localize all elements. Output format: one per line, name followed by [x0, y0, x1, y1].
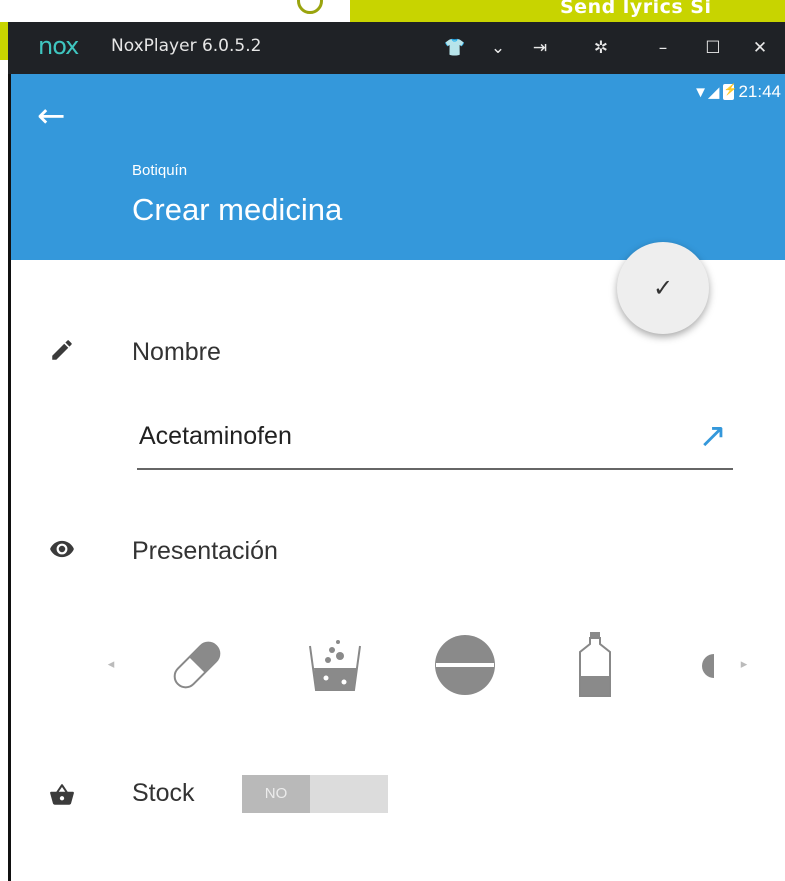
- app-bar: ▼◢ 21:44 ← Botiquín Crear medicina: [11, 74, 785, 260]
- desktop-banner-text: Send lyrics Si: [560, 0, 712, 18]
- eye-icon: [48, 536, 76, 564]
- desktop-banner: Send lyrics Si: [350, 0, 785, 22]
- partial-next-option[interactable]: [700, 630, 730, 700]
- page-title: Crear medicina: [132, 192, 343, 227]
- tablet-option[interactable]: [430, 630, 500, 700]
- desktop-circle-icon: [297, 0, 323, 14]
- medicine-name-value[interactable]: Acetaminofen: [139, 422, 292, 451]
- medicine-name-field[interactable]: Acetaminofen ↗: [137, 416, 733, 470]
- nox-logo: nox: [38, 32, 79, 60]
- external-link-icon[interactable]: ↗: [699, 416, 728, 456]
- status-time: 21:44: [738, 82, 781, 101]
- wifi-signal-icon: ▼◢: [693, 84, 720, 101]
- maximize-icon[interactable]: ☐: [698, 34, 728, 62]
- back-arrow-icon[interactable]: ←: [37, 96, 77, 136]
- desktop-edge: [0, 22, 8, 60]
- capsule-option[interactable]: [162, 630, 232, 700]
- gear-icon[interactable]: ✲: [586, 34, 616, 62]
- chevron-down-icon[interactable]: ⌄: [483, 34, 513, 62]
- minimize-icon[interactable]: –: [648, 34, 678, 62]
- carousel-prev-icon[interactable]: ◂: [104, 655, 118, 675]
- stock-toggle[interactable]: NO: [242, 775, 388, 813]
- app-subtitle: Botiquín: [132, 162, 188, 179]
- stock-label: Stock: [132, 779, 195, 807]
- partial-item-icon: [702, 654, 714, 678]
- basket-icon: [48, 782, 76, 810]
- check-icon: ✓: [652, 274, 674, 302]
- effervescent-glass-icon: [309, 640, 361, 691]
- presentation-label: Presentación: [132, 537, 278, 565]
- stock-toggle-state: NO: [242, 775, 310, 813]
- capsule-icon: [173, 641, 221, 689]
- emulator-titlebar: nox NoxPlayer 6.0.5.2 👕 ⌄ ⇥ ✲ – ☐ ✕: [8, 22, 785, 74]
- bottle-icon: [579, 632, 611, 697]
- status-bar: ▼◢ 21:44: [693, 82, 781, 102]
- battery-charging-icon: [723, 83, 737, 100]
- skin-icon[interactable]: 👕: [440, 34, 470, 62]
- window-title: NoxPlayer 6.0.5.2: [111, 36, 262, 56]
- effervescent-option[interactable]: [300, 630, 370, 700]
- desktop-background: Send lyrics Si: [0, 0, 785, 22]
- pin-icon[interactable]: ⇥: [525, 34, 555, 62]
- pencil-icon: [48, 337, 76, 365]
- bottle-option[interactable]: [560, 630, 630, 700]
- close-icon[interactable]: ✕: [745, 34, 775, 62]
- name-label: Nombre: [132, 338, 221, 366]
- carousel-next-icon[interactable]: ▸: [737, 655, 751, 675]
- save-fab-button[interactable]: ✓: [617, 242, 709, 334]
- tablet-icon: [435, 635, 495, 695]
